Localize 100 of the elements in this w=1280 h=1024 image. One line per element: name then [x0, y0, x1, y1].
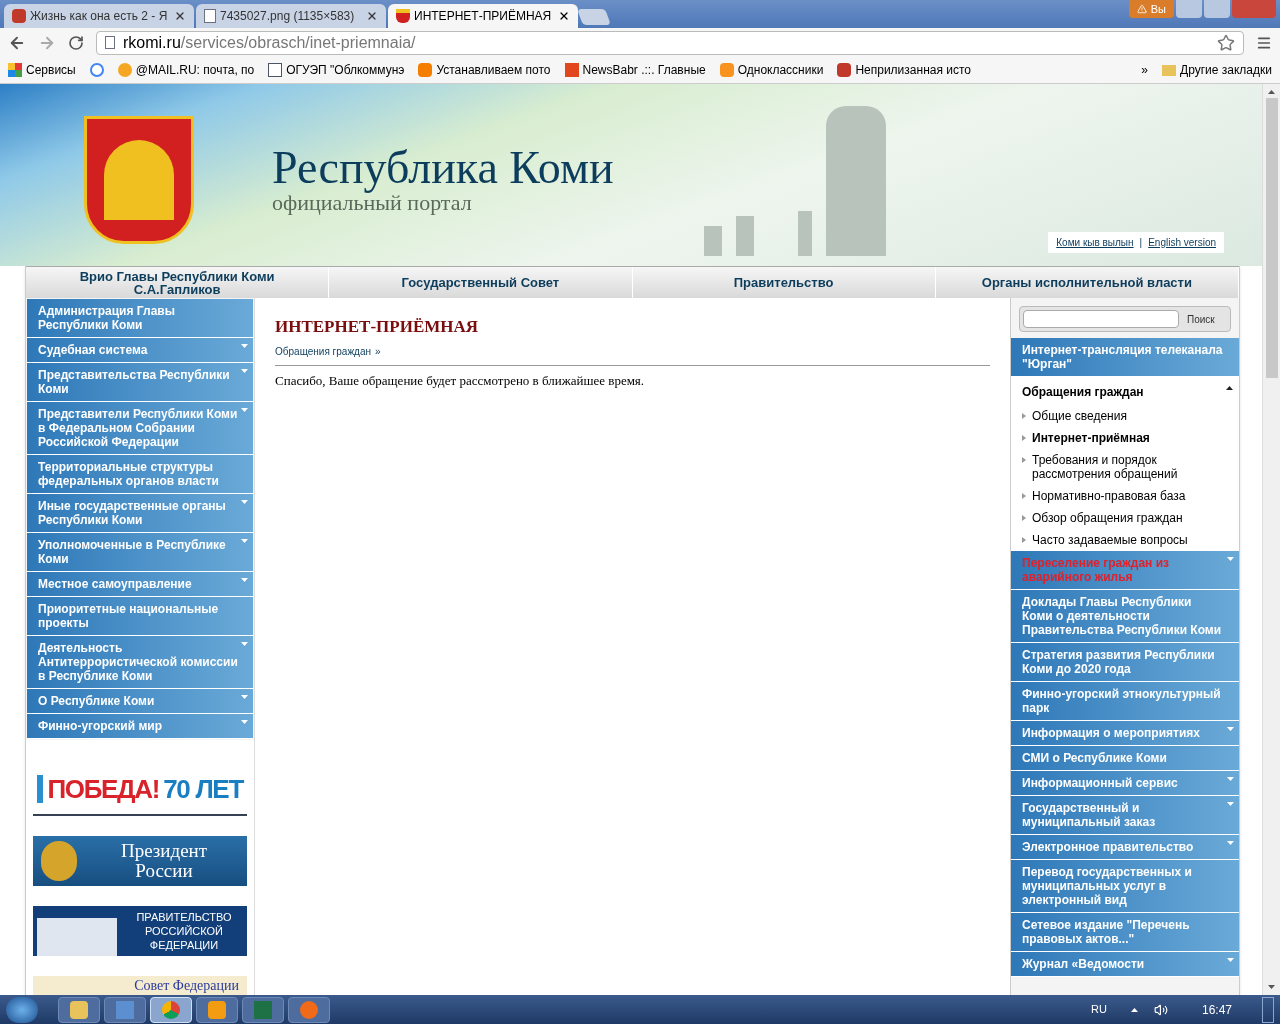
bookmark-icon [719, 63, 734, 77]
link-separator: | [1139, 236, 1143, 250]
google-bookmark-icon[interactable] [89, 63, 104, 77]
breadcrumb-link[interactable]: Обращения граждан [275, 343, 371, 359]
bookmark-icon [837, 63, 852, 77]
left-menu-item[interactable]: Местное самоуправление [27, 572, 253, 597]
government-banner[interactable]: ПРАВИТЕЛЬСТВО РОССИЙСКОЙ ФЕДЕРАЦИИ [33, 906, 247, 956]
page-heading: ИНТЕРНЕТ-ПРИЁМНАЯ [275, 316, 480, 338]
speaker-icon[interactable] [1153, 1002, 1168, 1017]
left-menu-item[interactable]: Территориальные структуры федеральных органов власти [27, 455, 253, 494]
flame-icon [300, 1000, 318, 1019]
bullet-icon [1022, 493, 1026, 499]
right-menu-item[interactable]: Финно-угорский этнокультурный парк [1011, 682, 1239, 721]
president-banner[interactable]: Президент России [33, 836, 247, 886]
show-desktop-button[interactable] [1262, 996, 1274, 1023]
warning-icon [1136, 4, 1147, 14]
left-menu-item[interactable]: Администрация Главы Республики Коми [27, 299, 253, 338]
bookmark[interactable]: Одноклассники [719, 61, 824, 79]
banner-text: ПРАВИТЕЛЬСТВО РОССИЙСКОЙ ФЕДЕРАЦИИ [135, 910, 233, 952]
search-button[interactable]: Поиск [1183, 311, 1219, 327]
bookmark[interactable]: ОГУЭП "Облкоммунэ [268, 61, 405, 79]
right-menu-item[interactable]: Стратегия развития Республики Коми до 2020 года [1011, 643, 1239, 682]
banner-text: ПОБЕДА! [47, 776, 160, 802]
taskbar-button[interactable] [58, 996, 100, 1023]
left-menu-item[interactable]: Уполномоченные в Республике Коми [27, 533, 253, 572]
bookmark[interactable]: @MAIL.RU: почта, по [117, 61, 255, 79]
left-menu-item[interactable]: Деятельность Антитеррористической комиссии в Республике Коми [27, 636, 253, 689]
bullet-icon [1022, 457, 1026, 463]
submenu-item[interactable]: Обзор обращения граждан [1011, 507, 1239, 529]
address-field[interactable]: rkomi.ru/services/obrasch/inet-priemnaia/ [96, 30, 1244, 55]
language-link[interactable]: Коми кыв вылын [1056, 235, 1134, 250]
left-menu-item[interactable]: Приоритетные национальные проекты [27, 597, 253, 636]
page-icon [105, 36, 115, 49]
folder-icon [70, 1000, 88, 1019]
close-icon[interactable] [558, 10, 570, 22]
banner-text: 70 ЛЕТ [163, 776, 243, 802]
close-icon[interactable] [366, 10, 378, 22]
scroll-up-icon[interactable] [1268, 90, 1275, 94]
submenu-item[interactable]: Интернет-приёмная [1011, 427, 1239, 449]
right-menu-item[interactable]: Доклады Главы Республики Коми о деятельности Правительства Республики Коми [1011, 590, 1239, 643]
submenu-item[interactable]: Требования и порядок рассмотрения обращений [1011, 449, 1239, 485]
start-button[interactable] [6, 996, 38, 1023]
taskbar-button[interactable] [288, 996, 330, 1023]
confirmation-message: Спасибо, Ваше обращение будет рассмотрено в ближайшее время. [275, 371, 646, 390]
site-icon [12, 9, 26, 23]
right-menu-item[interactable]: Перевод государственных и муниципальных услуг в электронный вид [1011, 860, 1239, 913]
right-menu-item[interactable]: Интернет-трансляция телеканала "Юрган" [1011, 338, 1239, 377]
scroll-down-icon[interactable] [1268, 985, 1275, 989]
taskbar-button[interactable] [196, 996, 238, 1023]
taskbar-button[interactable] [104, 996, 146, 1023]
other-bookmarks[interactable]: Другие закладки [1162, 61, 1272, 79]
submenu-item[interactable]: Общие сведения [1011, 405, 1239, 427]
left-menu-item[interactable]: О Республике Коми [27, 689, 253, 714]
site-subtitle: официальный портал [272, 192, 472, 214]
left-menu-item[interactable]: Судебная система [27, 338, 253, 363]
bookmark[interactable]: Сервисы [8, 61, 76, 79]
left-menu-item[interactable]: Иные государственные органы Республики Коми [27, 494, 253, 533]
right-menu-item[interactable]: Сетевое издание "Перечень правовых актов..." [1011, 913, 1239, 952]
banner-text: Совет Федерации [134, 977, 239, 995]
site-title: Республика Коми [272, 144, 614, 192]
right-menu-item[interactable]: Информация о мероприятиях [1011, 721, 1239, 746]
new-tab-button[interactable] [577, 9, 611, 25]
monitor-icon [116, 1000, 134, 1019]
right-menu-item[interactable]: СМИ о Республике Коми [1011, 746, 1239, 771]
reload-icon[interactable] [68, 34, 84, 51]
submenu-item[interactable]: Часто задаваемые вопросы [1011, 529, 1239, 551]
left-menu-item[interactable]: Представительства Республики Коми [27, 363, 253, 402]
collapse-arrow-icon [1226, 386, 1233, 390]
section-header[interactable]: Обращения граждан [1011, 377, 1239, 405]
bookmark[interactable]: NewsBabr .::. Главные [564, 61, 706, 79]
browser-tab[interactable]: ИНТЕРНЕТ-ПРИЁМНАЯ [388, 4, 578, 28]
browser-tab[interactable]: 7435027.png (1135×583) [196, 4, 386, 28]
play-icon [208, 1000, 226, 1019]
language-indicator[interactable]: RU [1091, 1001, 1107, 1018]
right-menu-item[interactable]: Журнал «Ведомости [1011, 952, 1239, 977]
search-field[interactable] [1023, 310, 1179, 328]
bookmark-icon [268, 63, 283, 77]
bookmark[interactable]: Устанавливаем пото [418, 61, 551, 79]
bookmark[interactable]: Неприлизанная исто [837, 61, 971, 79]
bookmark-icon [564, 63, 579, 77]
submenu-item[interactable]: Нормативно-правовая база [1011, 485, 1239, 507]
bullet-icon [1022, 435, 1026, 441]
folder-icon [1162, 64, 1177, 76]
banner-text: Президент России [119, 841, 209, 881]
tray-arrow-icon[interactable] [1130, 1007, 1138, 1012]
more-bookmarks[interactable]: » [1141, 61, 1149, 79]
bookmark-icon [117, 63, 132, 77]
scroll-thumb[interactable] [1265, 98, 1278, 378]
left-menu-item[interactable]: Финно-угорский мир [27, 714, 253, 739]
browser-tab[interactable]: Жизнь как она есть 2 - Я [4, 4, 194, 28]
council-banner[interactable]: Совет Федерации [33, 976, 247, 995]
bullet-icon [1022, 515, 1026, 521]
close-icon[interactable] [174, 10, 186, 22]
right-menu-item[interactable]: Государственный и муниципальный заказ [1011, 796, 1239, 835]
right-menu-item[interactable]: Электронное правительство [1011, 835, 1239, 860]
star-icon[interactable] [1217, 33, 1235, 52]
left-menu-item[interactable]: Представители Республики Коми в Федеральном Собрании Российской Федерации [27, 402, 253, 455]
right-menu-item[interactable]: Информационный сервис [1011, 771, 1239, 796]
language-link[interactable]: English version [1148, 235, 1216, 250]
bullet-icon [1022, 537, 1026, 543]
